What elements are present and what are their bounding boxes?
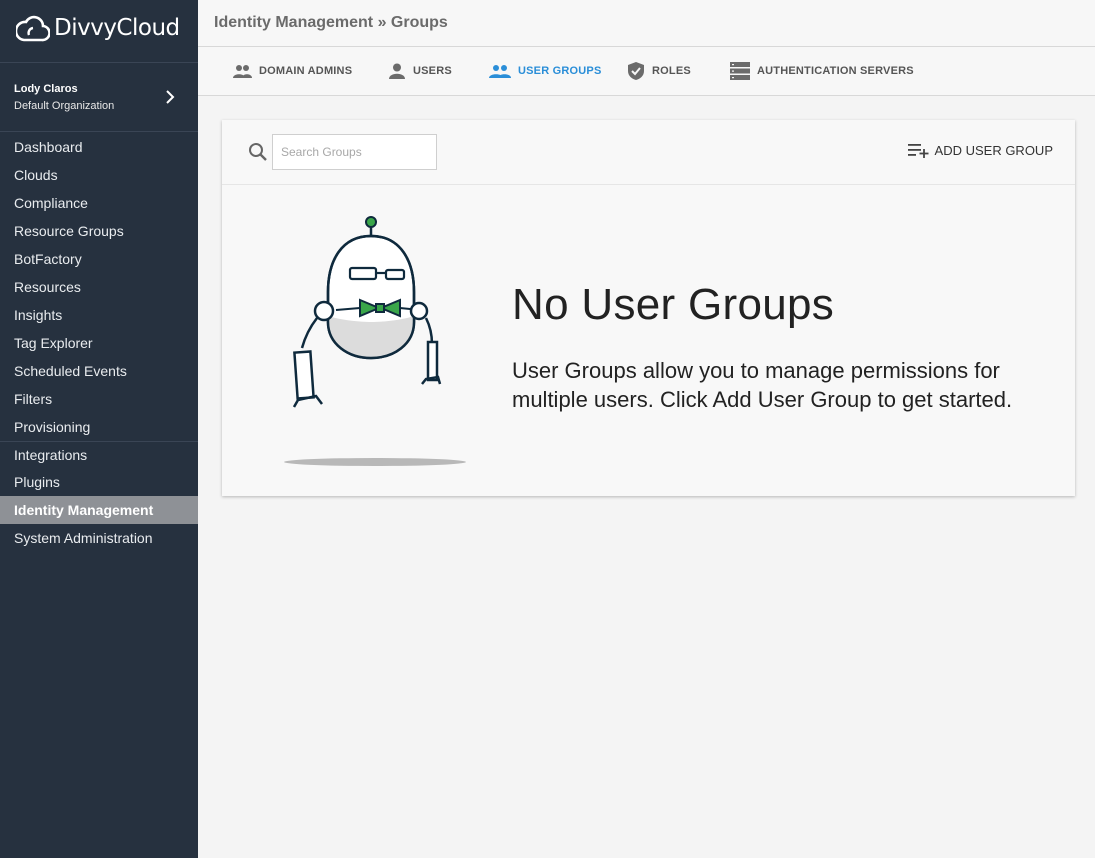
user-name: Lody Claros bbox=[14, 83, 78, 95]
sidebar-item-integrations[interactable]: Integrations bbox=[0, 441, 198, 468]
tab-label: USERS bbox=[413, 65, 452, 77]
tab-roles[interactable]: ROLES bbox=[627, 47, 691, 95]
user-groups-panel: ADD USER GROUP No User Groups bbox=[222, 120, 1075, 496]
user-switcher[interactable]: Lody Claros Default Organization bbox=[0, 62, 198, 132]
sidebar-item-clouds[interactable]: Clouds bbox=[0, 161, 198, 189]
playlist-add-icon bbox=[907, 144, 929, 158]
tab-authentication-servers[interactable]: AUTHENTICATION SERVERS bbox=[730, 47, 914, 95]
tab-bar: DOMAIN ADMINS USERS USER GROUPS ROLES AU… bbox=[198, 47, 1095, 96]
sidebar-item-dashboard[interactable]: Dashboard bbox=[0, 133, 198, 161]
sidebar-item-tag-explorer[interactable]: Tag Explorer bbox=[0, 329, 198, 357]
breadcrumb: Identity Management » Groups bbox=[214, 14, 448, 31]
tab-users[interactable]: USERS bbox=[388, 47, 452, 95]
sidebar-item-compliance[interactable]: Compliance bbox=[0, 189, 198, 217]
sidebar-item-identity-management[interactable]: Identity Management bbox=[0, 496, 198, 524]
sidebar-item-botfactory[interactable]: BotFactory bbox=[0, 245, 198, 273]
user-organization: Default Organization bbox=[14, 100, 115, 112]
chevron-right-icon bbox=[166, 90, 175, 104]
server-icon bbox=[730, 62, 750, 80]
search-icon bbox=[249, 143, 267, 161]
sidebar-item-scheduled-events[interactable]: Scheduled Events bbox=[0, 357, 198, 385]
shield-icon bbox=[628, 62, 644, 80]
sidebar-item-plugins[interactable]: Plugins bbox=[0, 468, 198, 496]
sidebar-item-resource-groups[interactable]: Resource Groups bbox=[0, 217, 198, 245]
sidebar: DivvyCloud Lody Claros Default Organizat… bbox=[0, 0, 198, 858]
tab-label: AUTHENTICATION SERVERS bbox=[757, 65, 914, 77]
robot-illustration bbox=[284, 216, 466, 466]
sidebar-item-provisioning[interactable]: Provisioning bbox=[0, 413, 198, 441]
sidebar-nav: Dashboard Clouds Compliance Resource Gro… bbox=[0, 133, 198, 552]
cloud-logo-icon bbox=[16, 15, 50, 42]
search-input[interactable] bbox=[272, 134, 437, 170]
tab-label: DOMAIN ADMINS bbox=[259, 65, 353, 77]
tab-user-groups[interactable]: USER GROUPS bbox=[489, 47, 602, 95]
sidebar-item-resources[interactable]: Resources bbox=[0, 273, 198, 301]
add-user-group-button[interactable]: ADD USER GROUP bbox=[907, 142, 1053, 158]
empty-state-description: User Groups allow you to manage permissi… bbox=[512, 358, 1013, 412]
user-groups-icon bbox=[489, 65, 511, 78]
brand-logo[interactable]: DivvyCloud bbox=[16, 10, 180, 46]
tab-label: USER GROUPS bbox=[518, 65, 602, 77]
sidebar-item-insights[interactable]: Insights bbox=[0, 301, 198, 329]
user-icon bbox=[389, 63, 405, 79]
domain-admins-icon bbox=[233, 65, 252, 78]
page-header: Identity Management » Groups bbox=[198, 0, 1095, 47]
sidebar-item-system-administration[interactable]: System Administration bbox=[0, 524, 198, 552]
brand-name: DivvyCloud bbox=[54, 15, 180, 41]
tab-domain-admins[interactable]: DOMAIN ADMINS bbox=[232, 47, 352, 95]
empty-state-title: No User Groups bbox=[512, 280, 835, 329]
panel-toolbar: ADD USER GROUP bbox=[222, 120, 1075, 185]
tab-label: ROLES bbox=[652, 65, 691, 77]
sidebar-item-filters[interactable]: Filters bbox=[0, 385, 198, 413]
add-user-group-label: ADD USER GROUP bbox=[934, 142, 1053, 158]
